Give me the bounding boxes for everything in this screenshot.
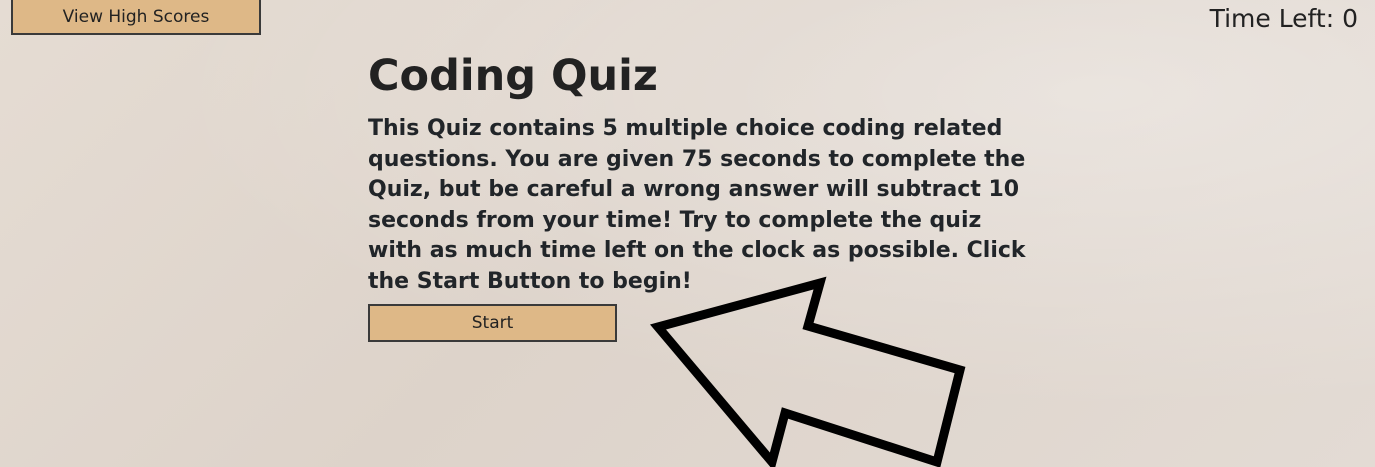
quiz-intro: Coding Quiz This Quiz contains 5 multipl… [368, 50, 1048, 297]
page-title: Coding Quiz [368, 51, 658, 101]
start-button[interactable]: Start [368, 304, 617, 342]
time-left-display: Time Left: 0 [1209, 4, 1358, 33]
view-high-scores-button[interactable]: View High Scores [11, 0, 261, 35]
quiz-description: This Quiz contains 5 multiple choice cod… [368, 116, 1026, 294]
